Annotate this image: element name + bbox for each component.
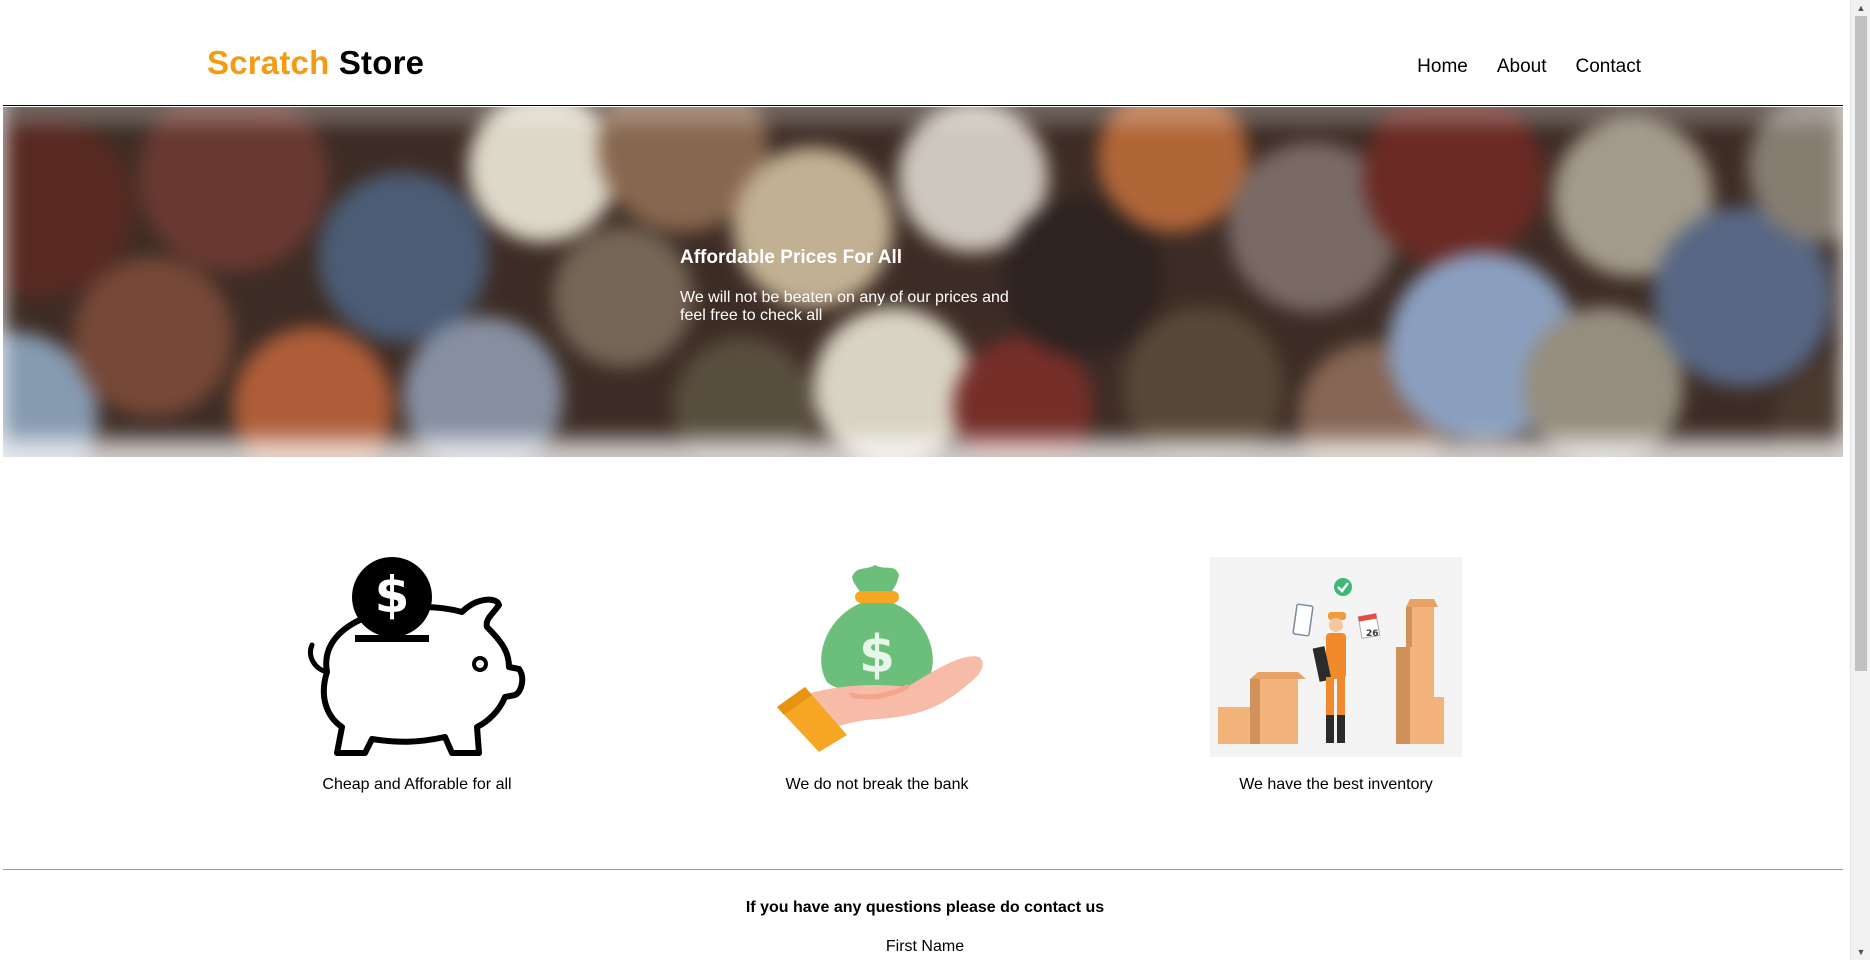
section-divider [3, 869, 1843, 870]
feature-affordable: $ Cheap and Afforable for all [267, 557, 567, 794]
feature-caption: We have the best inventory [1239, 776, 1433, 793]
scroll-down-arrow-icon[interactable]: ▼ [1851, 944, 1870, 960]
svg-text:$: $ [375, 566, 410, 624]
feature-budget: $ We do not break the bank [727, 557, 1027, 794]
hero-banner: Affordable Prices For All We will not be… [3, 107, 1843, 457]
feature-caption: We do not break the bank [785, 776, 969, 793]
feature-inventory: 26 We have the best inventory [1186, 557, 1486, 794]
piggy-bank-icon: $ [267, 557, 567, 757]
first-name-label: First Name [885, 938, 965, 955]
nav-about-link[interactable]: About [1497, 56, 1547, 78]
contact-heading: If you have any questions please do cont… [745, 899, 1105, 916]
money-bag-hand-icon: $ [727, 557, 1027, 757]
svg-text:$: $ [859, 625, 895, 685]
hero-content: Affordable Prices For All We will not be… [680, 247, 1010, 325]
site-logo[interactable]: Scratch Store [207, 44, 424, 82]
svg-text:26: 26 [1366, 629, 1379, 639]
feature-caption: Cheap and Afforable for all [322, 776, 512, 793]
vertical-scrollbar[interactable]: ▲ ▼ [1850, 0, 1870, 960]
header-divider [3, 105, 1843, 106]
logo-text: Store [329, 44, 425, 81]
scroll-up-arrow-icon[interactable]: ▲ [1851, 0, 1870, 16]
inventory-worker-icon: 26 [1186, 557, 1486, 757]
main-nav: Home About Contact [1417, 56, 1641, 78]
page: Scratch Store Home About Contact Afforda… [0, 0, 1850, 960]
nav-contact-link[interactable]: Contact [1576, 56, 1641, 78]
scrollbar-thumb[interactable] [1855, 16, 1867, 671]
hero-title: Affordable Prices For All [680, 247, 903, 268]
hero-subtitle: We will not be beaten on any of our pric… [680, 289, 1009, 324]
logo-accent-text: Scratch [207, 44, 330, 81]
nav-home-link[interactable]: Home [1417, 56, 1468, 78]
